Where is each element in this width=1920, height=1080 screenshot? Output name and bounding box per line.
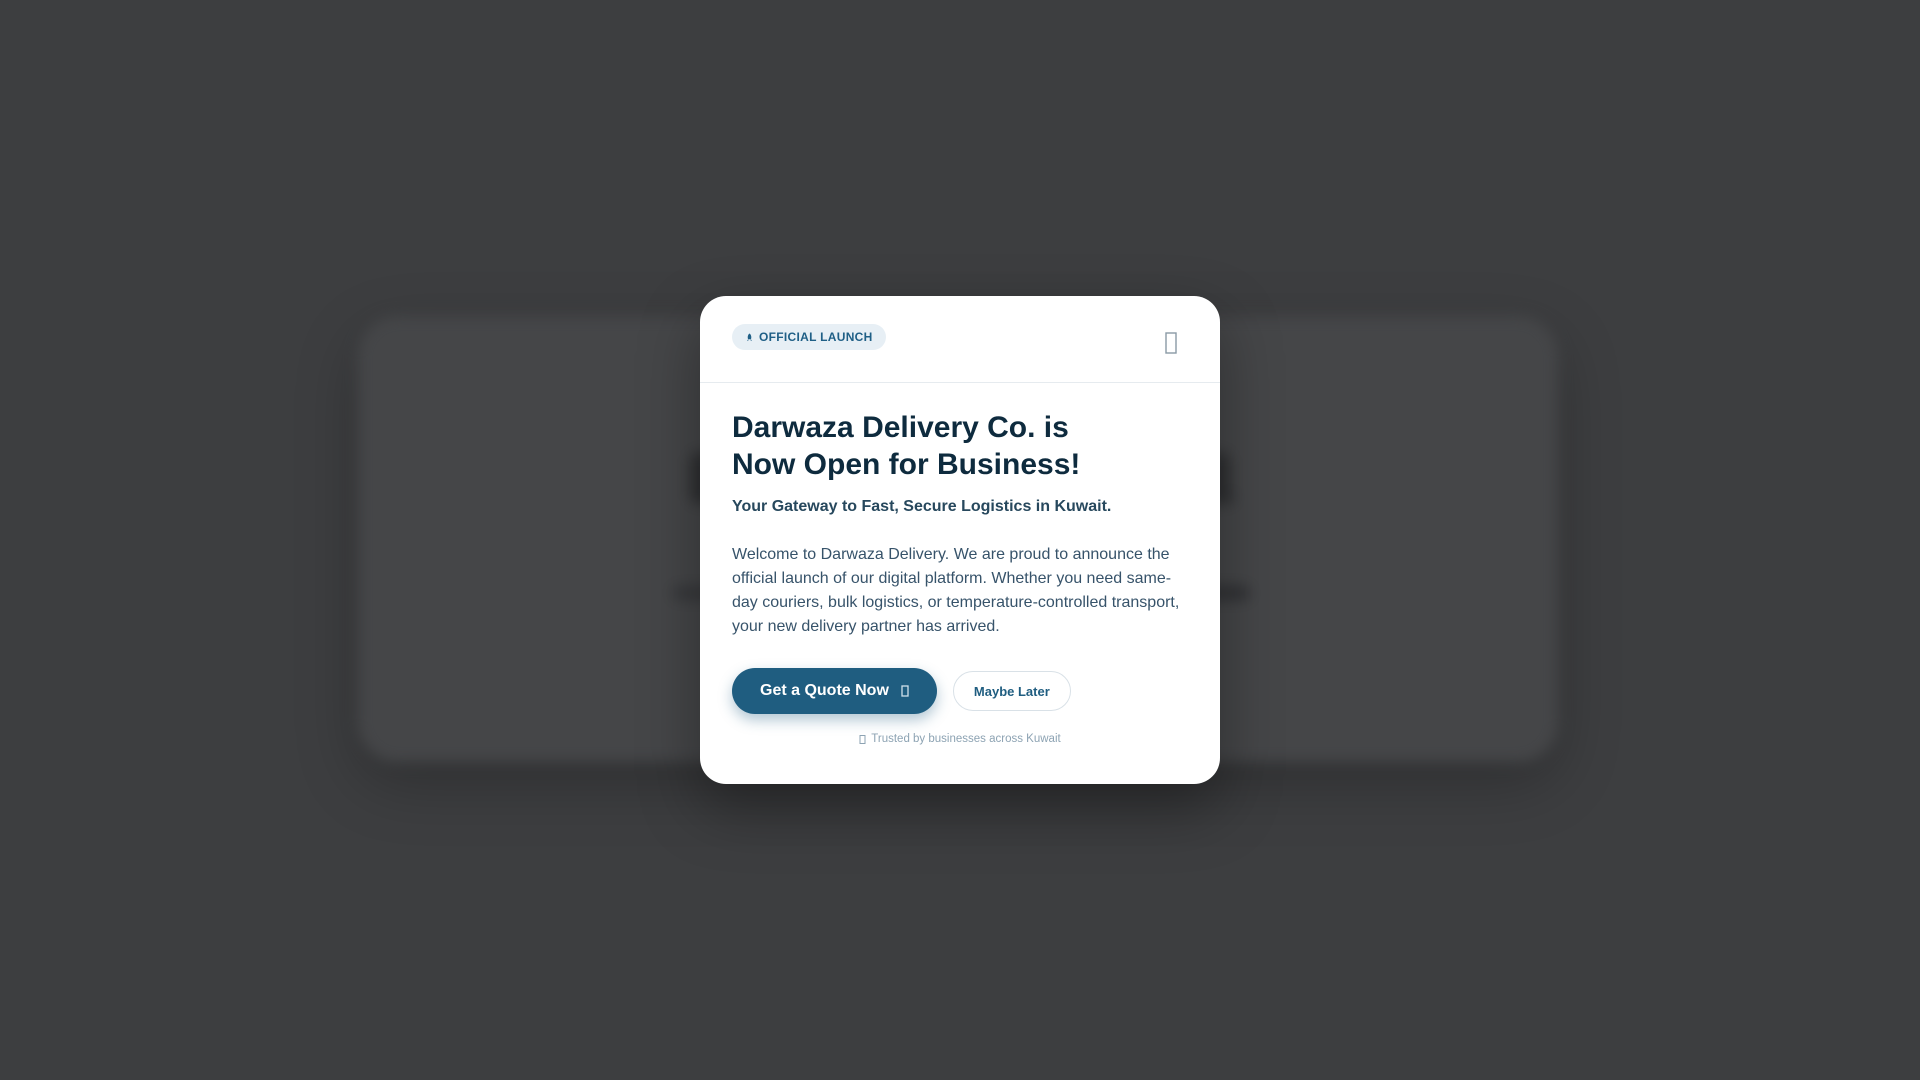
rocket-icon xyxy=(746,332,753,341)
title-line-2: Now Open for Business! xyxy=(732,448,1081,481)
modal-actions: Get a Quote Now Maybe Later xyxy=(732,668,1188,714)
modal-body: Darwaza Delivery Co. is Now Open for Bus… xyxy=(700,383,1220,745)
maybe-later-button[interactable]: Maybe Later xyxy=(952,671,1071,711)
get-quote-button[interactable]: Get a Quote Now xyxy=(732,668,937,714)
arrow-right-icon xyxy=(901,685,909,697)
title-line-1: Darwaza Delivery Co. is xyxy=(732,411,1069,444)
get-quote-label: Get a Quote Now xyxy=(760,682,889,699)
modal-title: Darwaza Delivery Co. is Now Open for Bus… xyxy=(732,409,1112,483)
official-launch-badge: OFFICIAL LAUNCH xyxy=(732,324,886,350)
modal-description: Welcome to Darwaza Delivery. We are prou… xyxy=(732,546,1180,635)
trust-text: Trusted by businesses across Kuwait xyxy=(871,733,1061,745)
close-icon xyxy=(1165,332,1177,354)
modal-header: OFFICIAL LAUNCH xyxy=(700,296,1220,383)
trust-note: Trusted by businesses across Kuwait xyxy=(732,733,1188,745)
close-button[interactable] xyxy=(1158,328,1184,358)
launch-announcement-modal: OFFICIAL LAUNCH Darwaza Delivery Co. is … xyxy=(700,296,1220,784)
shield-icon xyxy=(859,734,866,744)
modal-tagline: Your Gateway to Fast, Secure Logistics i… xyxy=(732,498,1112,515)
badge-label: OFFICIAL LAUNCH xyxy=(759,330,873,344)
